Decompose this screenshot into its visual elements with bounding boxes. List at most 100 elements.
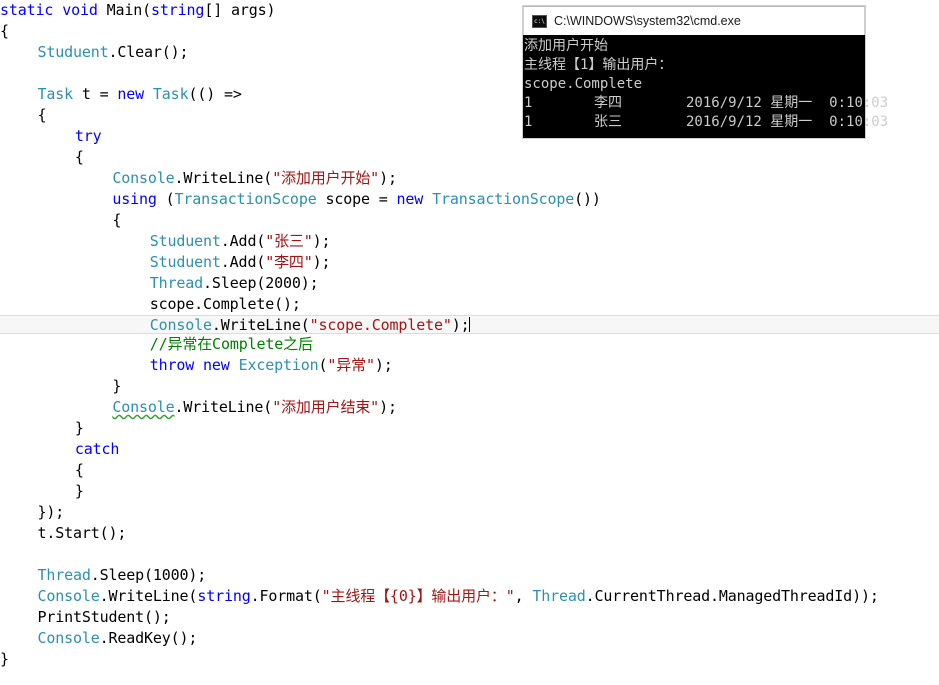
code-line[interactable]: {	[0, 460, 939, 481]
code-token: .Format(	[250, 587, 322, 605]
code-token: TransactionScope	[174, 190, 317, 208]
code-token: try	[74, 127, 102, 145]
code-line[interactable]: //异常在Complete之后	[0, 334, 939, 355]
code-token: .Sleep(2000);	[203, 274, 319, 292]
code-token: Console	[149, 316, 212, 334]
code-token: t.Start();	[37, 524, 127, 542]
code-line[interactable]: scope.Complete();	[0, 294, 939, 315]
code-line[interactable]: catch	[0, 439, 939, 460]
code-token: Thread	[37, 566, 91, 584]
code-line[interactable]: {	[0, 147, 939, 168]
code-line[interactable]: Console.WriteLine(string.Format("主线程【{0}…	[0, 586, 939, 607]
code-token: );	[451, 316, 470, 334]
code-token: .Add(	[220, 232, 266, 250]
code-token: //异常在Complete之后	[149, 335, 313, 353]
code-line[interactable]: Console.WriteLine("scope.Complete");	[0, 315, 939, 334]
code-token: Thread	[149, 274, 204, 292]
code-line[interactable]: throw new Exception("异常");	[0, 355, 939, 376]
code-token: t =	[72, 85, 118, 103]
code-token: TransactionScope	[432, 190, 575, 208]
code-line[interactable]: Studuent.Add("李四");	[0, 252, 939, 273]
code-token: "添加用户结束"	[272, 398, 380, 416]
code-line[interactable]: });	[0, 502, 939, 523]
text-caret	[469, 317, 471, 332]
console-table-row: 1 张三 2016/9/12 星期一 0:10:03	[523, 113, 888, 132]
code-token: Studuent	[37, 43, 109, 61]
code-token: Console	[37, 587, 100, 605]
code-line[interactable]: Thread.Sleep(1000);	[0, 565, 939, 586]
console-titlebar[interactable]: C:\WINDOWS\system32\cmd.exe	[523, 6, 865, 35]
code-line[interactable]	[0, 544, 939, 565]
code-token: new	[203, 356, 230, 374]
code-token: void	[62, 1, 98, 19]
code-token: );	[312, 253, 331, 271]
code-token: });	[37, 503, 65, 521]
code-token: scope =	[316, 190, 397, 208]
console-output-line: 添加用户开始	[524, 38, 608, 54]
code-token: Task	[152, 85, 189, 103]
code-token: }	[0, 650, 9, 668]
console-cell-gap	[812, 94, 829, 113]
console-cell-time: 0:10:03	[829, 95, 889, 111]
code-token: using	[112, 190, 157, 208]
code-token: string	[151, 1, 205, 19]
code-token: PrintStudent();	[37, 608, 171, 626]
code-token: Exception	[238, 356, 319, 374]
code-line[interactable]: PrintStudent();	[0, 607, 939, 628]
console-cell-date: 2016/9/12 星期一	[686, 114, 813, 130]
code-token: .WriteLine(	[174, 169, 273, 187]
code-token: .WriteLine(	[211, 316, 310, 334]
code-token: .WriteLine(	[99, 587, 198, 605]
console-table-row: 1 李四 2016/9/12 星期一 0:10:03	[523, 94, 888, 113]
code-line[interactable]: {	[0, 210, 939, 231]
code-token: (	[156, 190, 175, 208]
code-token: {	[37, 106, 47, 124]
console-table-rows: 1 李四 2016/9/12 星期一 0:10:03 1 张三 2016/9/12 星期一…	[523, 94, 888, 132]
cmd-console-window[interactable]: C:\WINDOWS\system32\cmd.exe 添加用户开始主线程【1】…	[523, 6, 888, 138]
code-token: Console	[112, 169, 175, 187]
code-token: "李四"	[265, 253, 313, 271]
code-token: }	[74, 482, 84, 500]
code-line[interactable]: Console.WriteLine("添加用户开始");	[0, 168, 939, 189]
code-line[interactable]: Console.WriteLine("添加用户结束");	[0, 397, 939, 418]
code-token: Console	[37, 629, 100, 647]
code-token: new	[396, 190, 424, 208]
console-cell-time: 0:10:03	[829, 114, 889, 130]
console-cell-date: 2016/9/12 星期一	[686, 95, 813, 111]
code-token: {	[112, 211, 122, 229]
code-token: "异常"	[327, 356, 375, 374]
code-line[interactable]: }	[0, 376, 939, 397]
code-token: scope.Complete();	[149, 295, 301, 313]
cmd-icon	[532, 14, 547, 28]
code-token: "	[505, 587, 515, 605]
code-line[interactable]: }	[0, 481, 939, 502]
code-line[interactable]: Studuent.Add("张三");	[0, 231, 939, 252]
code-token: );	[312, 232, 331, 250]
console-cell-id: 1	[524, 114, 533, 130]
code-token: ())	[574, 190, 601, 208]
code-token: "scope.Complete"	[309, 316, 452, 334]
code-token: );	[374, 356, 393, 374]
code-line[interactable]: Thread.Sleep(2000);	[0, 273, 939, 294]
code-token: static	[0, 1, 54, 19]
code-line[interactable]: }	[0, 649, 939, 670]
code-token: }	[74, 419, 84, 437]
code-line[interactable]: using (TransactionScope scope = new Tran…	[0, 189, 939, 210]
console-output-line: 主线程【1】输出用户：	[524, 57, 673, 73]
code-token: .CurrentThread.ManagedThreadId));	[585, 587, 879, 605]
code-line[interactable]: t.Start();	[0, 523, 939, 544]
code-line[interactable]: }	[0, 418, 939, 439]
code-token: {	[74, 148, 84, 166]
code-token: "主线程【{0}】输出用户：	[321, 587, 506, 605]
code-token: .Sleep(1000);	[90, 566, 207, 584]
console-output-area[interactable]: 添加用户开始 主线程【1】输出用户： scope.Complete 1 李四 2016/…	[523, 35, 888, 138]
console-title-text: C:\WINDOWS\system32\cmd.exe	[554, 14, 741, 28]
code-line[interactable]: Console.ReadKey();	[0, 628, 939, 649]
console-cell-id: 1	[524, 95, 533, 111]
code-token: Studuent	[149, 253, 221, 271]
code-token: .WriteLine(	[174, 398, 273, 416]
